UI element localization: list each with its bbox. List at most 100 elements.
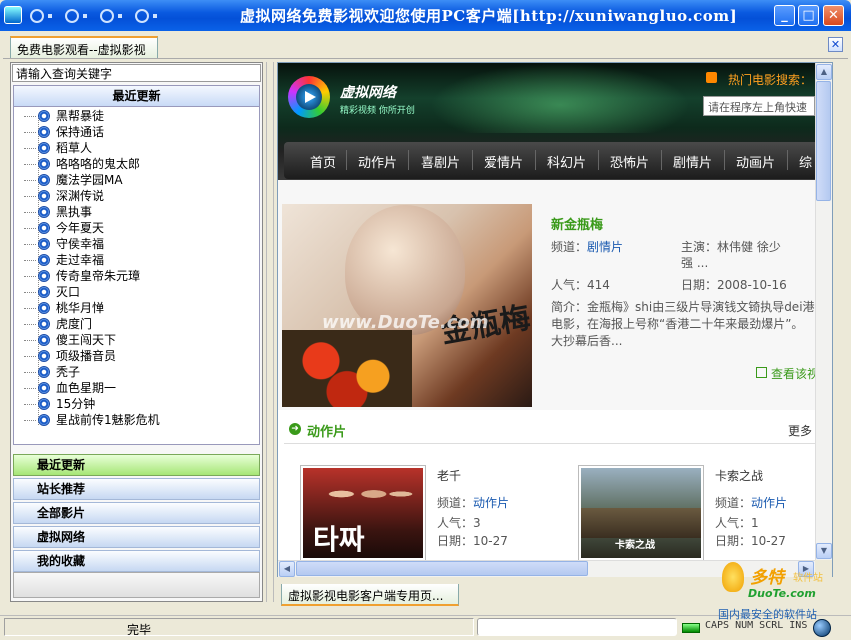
toolbar-option-4[interactable] <box>135 9 149 23</box>
movie-title[interactable]: 老千 <box>437 467 461 484</box>
nav-all-movies[interactable]: 全部影片 <box>13 502 260 524</box>
tree-item-label: 15分钟 <box>56 397 96 411</box>
film-disc-icon <box>38 174 50 186</box>
watermark-brand-suffix: 软件站 <box>793 573 823 584</box>
nav-link-comedy[interactable]: 喜剧片 <box>421 152 460 171</box>
film-disc-icon <box>38 382 50 394</box>
nav-link-scifi[interactable]: 科幻片 <box>547 152 586 171</box>
rss-icon <box>706 72 717 83</box>
tree-item-label: 桃华月惮 <box>56 301 105 315</box>
poster-image: 卡索之战 <box>581 468 701 558</box>
minimize-button[interactable]: _ <box>774 5 795 26</box>
nav-link-action[interactable]: 动作片 <box>358 152 397 171</box>
watermark-brand: 多特 <box>750 568 784 588</box>
film-disc-icon <box>38 126 50 138</box>
film-disc-icon <box>38 414 50 426</box>
tree-item-label: 项级播音员 <box>56 349 117 363</box>
movie-title[interactable]: 卡索之战 <box>715 467 763 484</box>
meta-label: 人气： <box>437 516 474 530</box>
toolbar-option-3[interactable] <box>100 9 114 23</box>
movie-date-value: 10-27 <box>751 534 786 548</box>
tree-connector <box>24 292 36 293</box>
film-disc-icon <box>38 286 50 298</box>
tree-connector <box>24 276 36 277</box>
external-link-icon <box>756 367 767 378</box>
nav-virtual-network[interactable]: 虚拟网络 <box>13 526 260 548</box>
tree-connector <box>24 180 36 181</box>
scroll-up-button[interactable]: ▲ <box>816 64 832 80</box>
nav-favorites[interactable]: 我的收藏 <box>13 550 260 572</box>
tree-connector <box>24 132 36 133</box>
tree-connector <box>24 228 36 229</box>
tree-item-label: 深渊传说 <box>56 189 105 203</box>
movie-channel: 频道：动作片 <box>437 494 509 511</box>
site-search-input[interactable]: 请在程序左上角快速 <box>703 96 815 116</box>
film-disc-icon <box>38 270 50 282</box>
meta-label: 频道： <box>551 240 588 254</box>
tree-item-label: 虎度门 <box>56 317 93 331</box>
featured-cast: 主演：林伟健 徐少 <box>681 238 781 255</box>
tab-main[interactable]: 免费电影观看--虚拟影视 <box>10 36 158 58</box>
featured-channel: 频道：剧情片 <box>551 238 623 255</box>
poster-watermark: www.DuoTe.com <box>322 312 489 333</box>
play-icon <box>305 91 316 103</box>
tab-client-page[interactable]: 虚拟影视电影客户端专用页... <box>281 584 459 606</box>
toolbar-option-1[interactable] <box>30 9 44 23</box>
nav-link-animation[interactable]: 动画片 <box>736 152 775 171</box>
film-disc-icon <box>38 366 50 378</box>
nav-link-home[interactable]: 首页 <box>310 152 336 171</box>
featured-title[interactable]: 新金瓶梅 <box>551 214 603 233</box>
featured-channel-link[interactable]: 剧情片 <box>587 240 623 254</box>
separator-dot <box>153 14 157 18</box>
watch-link[interactable]: 查看该视 <box>771 365 819 382</box>
tree-connector <box>24 404 36 405</box>
separator-dot <box>48 14 52 18</box>
nav-link-romance[interactable]: 爱情片 <box>484 152 523 171</box>
maximize-button[interactable]: □ <box>798 5 819 26</box>
section-more-link[interactable]: 更多 <box>788 422 812 439</box>
nav-recent[interactable]: 最近更新 <box>13 454 260 476</box>
film-disc-icon <box>38 110 50 122</box>
movie-date-value: 10-27 <box>473 534 508 548</box>
movie-date: 日期：10-27 <box>715 532 786 549</box>
nav-link-horror[interactable]: 恐怖片 <box>610 152 649 171</box>
panel-splitter[interactable] <box>266 62 274 602</box>
site-logo-name: 虚拟网络 <box>340 85 396 101</box>
chevron-down-icon: ▼ <box>820 546 828 555</box>
poster-ground <box>581 508 701 538</box>
movie-channel-link[interactable]: 动作片 <box>751 496 787 510</box>
nav-link-variety[interactable]: 综 <box>799 152 812 171</box>
watermark-url: DuoTe.com <box>748 587 816 600</box>
meta-label: 主演： <box>681 240 718 254</box>
nav-separator <box>346 150 347 170</box>
nav-separator <box>472 150 473 170</box>
minimize-icon: _ <box>781 8 788 23</box>
nav-link-drama[interactable]: 剧情片 <box>673 152 712 171</box>
nav-recommended[interactable]: 站长推荐 <box>13 478 260 500</box>
scroll-down-button[interactable]: ▼ <box>816 543 832 559</box>
scroll-left-button[interactable]: ◀ <box>279 561 295 577</box>
movie-poster[interactable]: 타짜 <box>300 465 426 561</box>
toolbar-option-2[interactable] <box>65 9 79 23</box>
tree-connector <box>24 148 36 149</box>
search-input[interactable] <box>12 64 261 82</box>
featured-poster-flowers <box>282 330 412 407</box>
progress-bar <box>477 618 677 636</box>
tab-close-button[interactable]: ✕ <box>828 37 843 52</box>
tree-connector <box>24 340 36 341</box>
movie-poster[interactable]: 卡索之战 <box>578 465 704 561</box>
close-button[interactable]: ✕ <box>823 5 844 26</box>
nav-separator <box>724 150 725 170</box>
featured-popularity-value: 414 <box>587 278 610 292</box>
site-logo-tagline: 精彩视频 你所开创 <box>340 106 415 116</box>
tree-connector <box>24 212 36 213</box>
movie-channel-link[interactable]: 动作片 <box>473 496 509 510</box>
vertical-scroll-thumb[interactable] <box>816 81 831 201</box>
recent-header: 最近更新 <box>13 85 260 107</box>
app-icon <box>4 6 22 24</box>
section-header <box>284 418 815 444</box>
nav-separator <box>787 150 788 170</box>
film-disc-icon <box>38 142 50 154</box>
featured-popularity: 人气：414 <box>551 276 610 293</box>
horizontal-scroll-thumb[interactable] <box>296 561 588 576</box>
